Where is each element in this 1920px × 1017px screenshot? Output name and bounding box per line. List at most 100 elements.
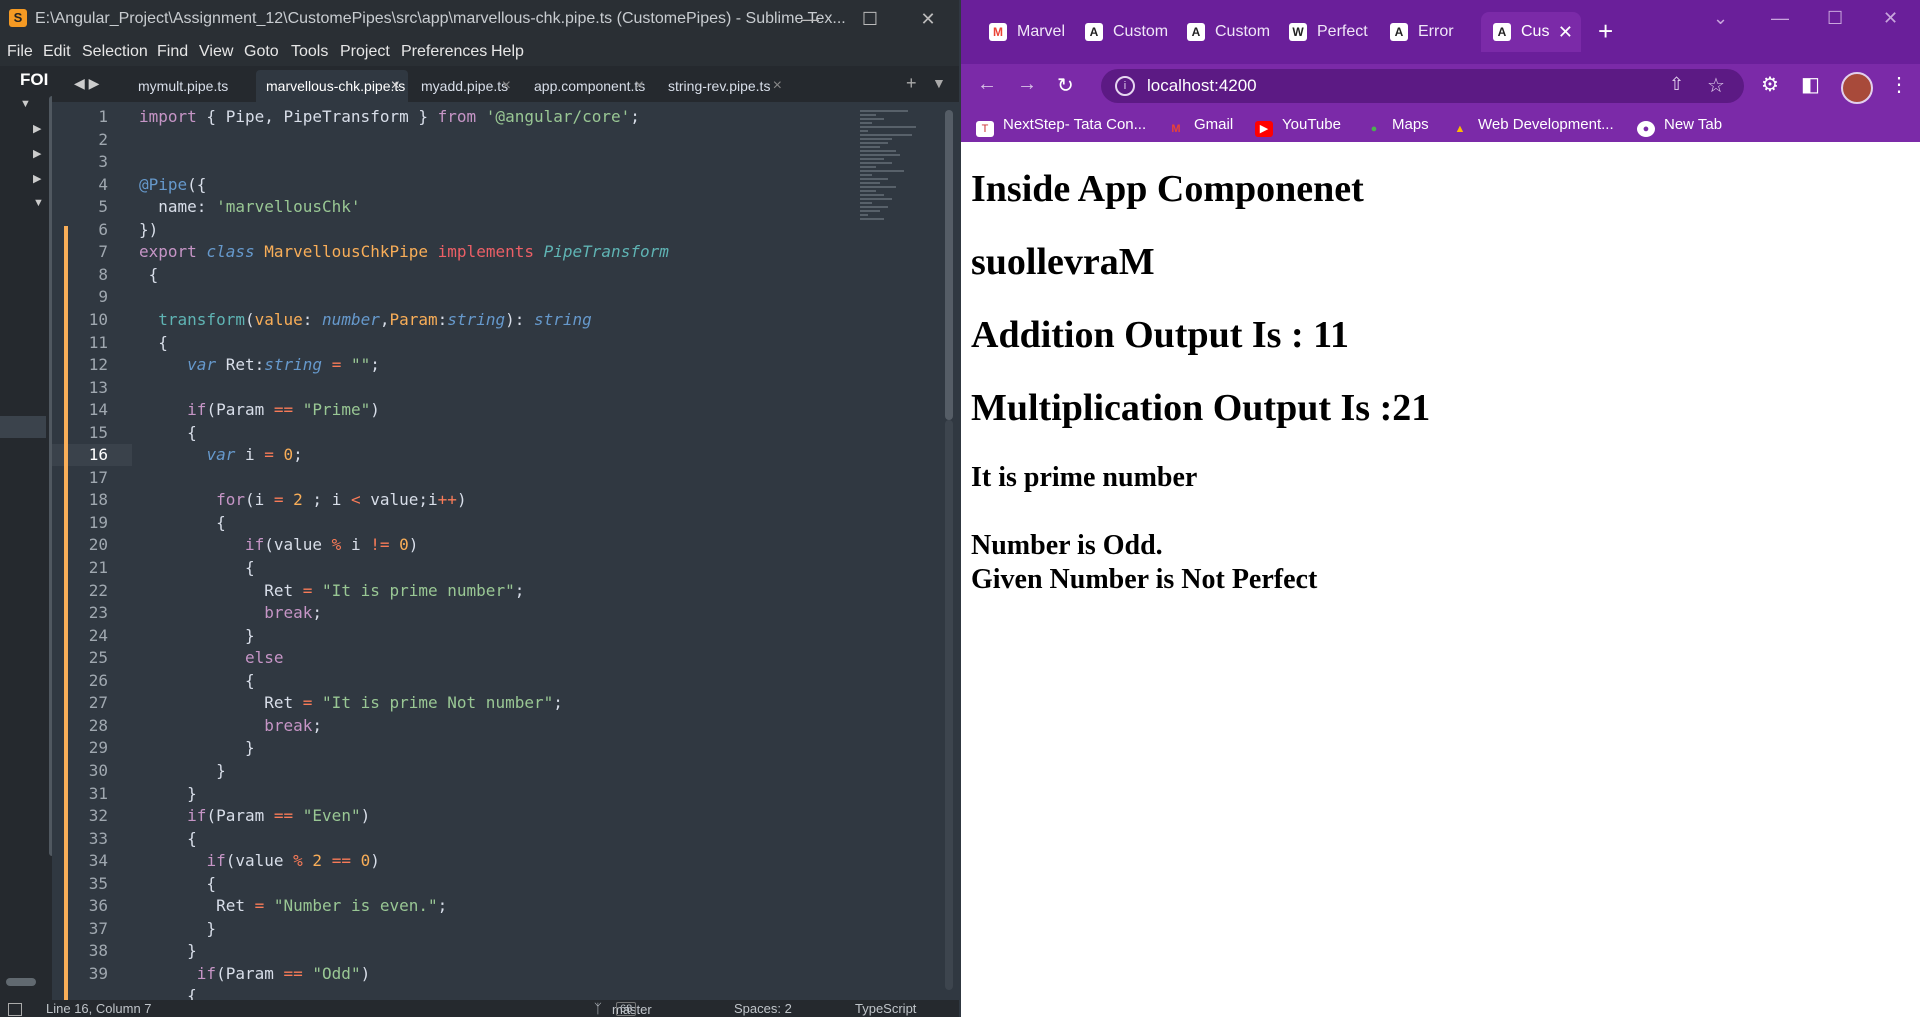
code-line: } bbox=[139, 760, 226, 780]
line-number: 1 bbox=[98, 107, 108, 126]
share-icon[interactable]: ⇧ bbox=[1669, 74, 1684, 95]
bookmark-item[interactable]: M Gmail bbox=[1167, 116, 1233, 137]
folder-expanded-icon[interactable]: ▼ bbox=[20, 98, 31, 110]
cursor-position[interactable]: Line 16, Column 7 bbox=[46, 1001, 152, 1016]
close-tab-icon[interactable]: ✕ bbox=[1558, 12, 1573, 52]
line-number: 26 bbox=[88, 670, 108, 690]
editor-scroll-track[interactable] bbox=[945, 420, 953, 990]
menu-icon[interactable]: ⋮ bbox=[1889, 72, 1909, 97]
folder-collapsed-icon[interactable]: ▶ bbox=[33, 172, 41, 185]
new-tab-icon[interactable]: + bbox=[906, 73, 917, 94]
browser-tab[interactable]: M Marvell bbox=[977, 12, 1065, 52]
tab-app-component[interactable]: app.component.ts × bbox=[522, 70, 652, 102]
close-icon[interactable]: ✕ bbox=[908, 4, 948, 34]
editor-scrollbar[interactable] bbox=[945, 110, 953, 420]
line-number: 4 bbox=[98, 174, 108, 194]
browser-tab[interactable]: A Error bbox=[1378, 12, 1474, 52]
sublime-window: S E:\Angular_Project\Assignment_12\Custo… bbox=[0, 0, 959, 1017]
browser-tab[interactable]: W Perfect bbox=[1277, 12, 1373, 52]
tab-label: app.component.ts bbox=[534, 78, 646, 94]
folder-expanded-icon[interactable]: ▼ bbox=[33, 197, 44, 209]
syntax-selector[interactable]: TypeScript bbox=[855, 1001, 916, 1016]
close-tab-icon[interactable]: × bbox=[502, 70, 511, 102]
line-number: 30 bbox=[88, 760, 108, 780]
bookmark-label: Maps bbox=[1392, 116, 1429, 133]
browser-tab[interactable]: A Custom bbox=[1175, 12, 1271, 52]
line-number: 10 bbox=[88, 309, 108, 329]
tab-myadd[interactable]: myadd.pipe.ts × bbox=[409, 70, 519, 102]
bookmark-label: NextStep- Tata Con... bbox=[1003, 116, 1147, 133]
tab-mymult[interactable]: mymult.pipe.ts bbox=[122, 70, 264, 102]
tab-dropdown-icon[interactable]: ▼ bbox=[932, 75, 946, 91]
reload-icon[interactable]: ↻ bbox=[1057, 73, 1074, 98]
menu-preferences[interactable]: Preferences bbox=[401, 43, 487, 61]
line-number: 8 bbox=[98, 264, 108, 284]
close-tab-icon[interactable]: × bbox=[391, 70, 400, 102]
code-line: import { Pipe, PipeTransform } from '@an… bbox=[139, 107, 640, 126]
browser-tab[interactable]: A Custom bbox=[1073, 12, 1169, 52]
code-line: break; bbox=[264, 715, 323, 735]
sublime-logo-icon: S bbox=[9, 9, 27, 27]
forward-icon[interactable]: → bbox=[1017, 73, 1037, 96]
line-number: 34 bbox=[88, 851, 108, 871]
line-number: 9 bbox=[98, 287, 108, 307]
minimap[interactable] bbox=[860, 108, 940, 278]
maximize-icon[interactable]: ☐ bbox=[850, 4, 890, 34]
line-number: 38 bbox=[88, 941, 108, 961]
folder-collapsed-icon[interactable]: ▶ bbox=[33, 147, 41, 160]
code-line: var i = 0; bbox=[206, 445, 303, 465]
bookmark-item[interactable]: ● Maps bbox=[1365, 116, 1429, 137]
menu-file[interactable]: File bbox=[7, 43, 33, 61]
close-tab-icon[interactable]: × bbox=[635, 70, 644, 102]
sidebar-toggle-icon[interactable] bbox=[8, 1003, 22, 1016]
code-line: name: 'marvellousChk' bbox=[139, 197, 361, 217]
angular-icon: A bbox=[1085, 23, 1103, 41]
new-tab-icon[interactable]: + bbox=[1598, 16, 1613, 47]
site-info-icon[interactable]: i bbox=[1115, 76, 1135, 96]
tab-search-icon[interactable]: ⌄ bbox=[1713, 8, 1728, 29]
bookmark-star-icon[interactable]: ☆ bbox=[1707, 73, 1725, 98]
bookmark-item[interactable]: ▶ YouTube bbox=[1255, 116, 1341, 137]
menu-selection[interactable]: Selection bbox=[82, 43, 148, 61]
code-line: { bbox=[139, 512, 226, 532]
folder-collapsed-icon[interactable]: ▶ bbox=[33, 122, 41, 135]
git-branch-icon: ᛉ bbox=[594, 1001, 602, 1016]
line-number: 21 bbox=[88, 558, 108, 577]
code-line: transform(value: number,Param:string): s… bbox=[158, 309, 592, 329]
code-line: var Ret:string = ""; bbox=[187, 355, 380, 375]
tab-string-rev[interactable]: string-rev.pipe.ts × bbox=[656, 70, 790, 102]
address-bar[interactable]: i localhost:4200 ⇧ ☆ bbox=[1101, 69, 1744, 103]
code-line: Ret = "It is prime Not number"; bbox=[139, 693, 563, 713]
tab-marvellous-chk[interactable]: marvellous-chk.pipe.ts × bbox=[256, 70, 408, 102]
bookmark-item[interactable]: ● New Tab bbox=[1637, 116, 1722, 137]
indentation-setting[interactable]: Spaces: 2 bbox=[734, 1001, 792, 1016]
gmail-icon: M bbox=[1171, 123, 1181, 135]
code-editor[interactable]: 1 2 3 4 5 6 7 8 9 10 11 12 13 14 15 16 17 18 19 20 21 22 23 24 2… bbox=[52, 102, 959, 1000]
menu-edit[interactable]: Edit bbox=[43, 43, 71, 61]
menu-tools[interactable]: Tools bbox=[291, 43, 328, 61]
tab-nav-arrows-icon[interactable]: ◀ ▶ bbox=[74, 75, 99, 92]
close-tab-icon[interactable]: × bbox=[773, 70, 782, 102]
menu-view[interactable]: View bbox=[199, 43, 233, 61]
menu-help[interactable]: Help bbox=[491, 43, 524, 61]
menu-project[interactable]: Project bbox=[340, 43, 390, 61]
minimize-icon[interactable]: — bbox=[1771, 8, 1789, 29]
line-number: 11 bbox=[88, 332, 108, 352]
close-icon[interactable]: ✕ bbox=[1883, 8, 1898, 29]
code-line: } bbox=[139, 738, 255, 758]
menu-find[interactable]: Find bbox=[157, 43, 188, 61]
browser-tab-active[interactable]: A Cus ✕ bbox=[1481, 12, 1581, 52]
code-line: if(value % i != 0) bbox=[244, 535, 419, 555]
bookmark-item[interactable]: ▲ Web Development... bbox=[1451, 116, 1614, 137]
sidebar-selected-item[interactable] bbox=[0, 416, 46, 438]
minimize-icon[interactable]: — bbox=[790, 4, 830, 34]
menu-goto[interactable]: Goto bbox=[244, 43, 279, 61]
sidebar-horizontal-scrollbar[interactable] bbox=[6, 978, 36, 986]
back-icon[interactable]: ← bbox=[977, 73, 997, 96]
bookmark-item[interactable]: T NextStep- Tata Con... bbox=[976, 116, 1146, 137]
maps-icon: ● bbox=[1370, 123, 1378, 135]
profile-avatar[interactable] bbox=[1841, 72, 1873, 104]
extensions-icon[interactable]: ⚙ bbox=[1761, 72, 1779, 97]
maximize-icon[interactable]: ☐ bbox=[1827, 8, 1843, 29]
side-panel-icon[interactable]: ◧ bbox=[1801, 72, 1820, 97]
